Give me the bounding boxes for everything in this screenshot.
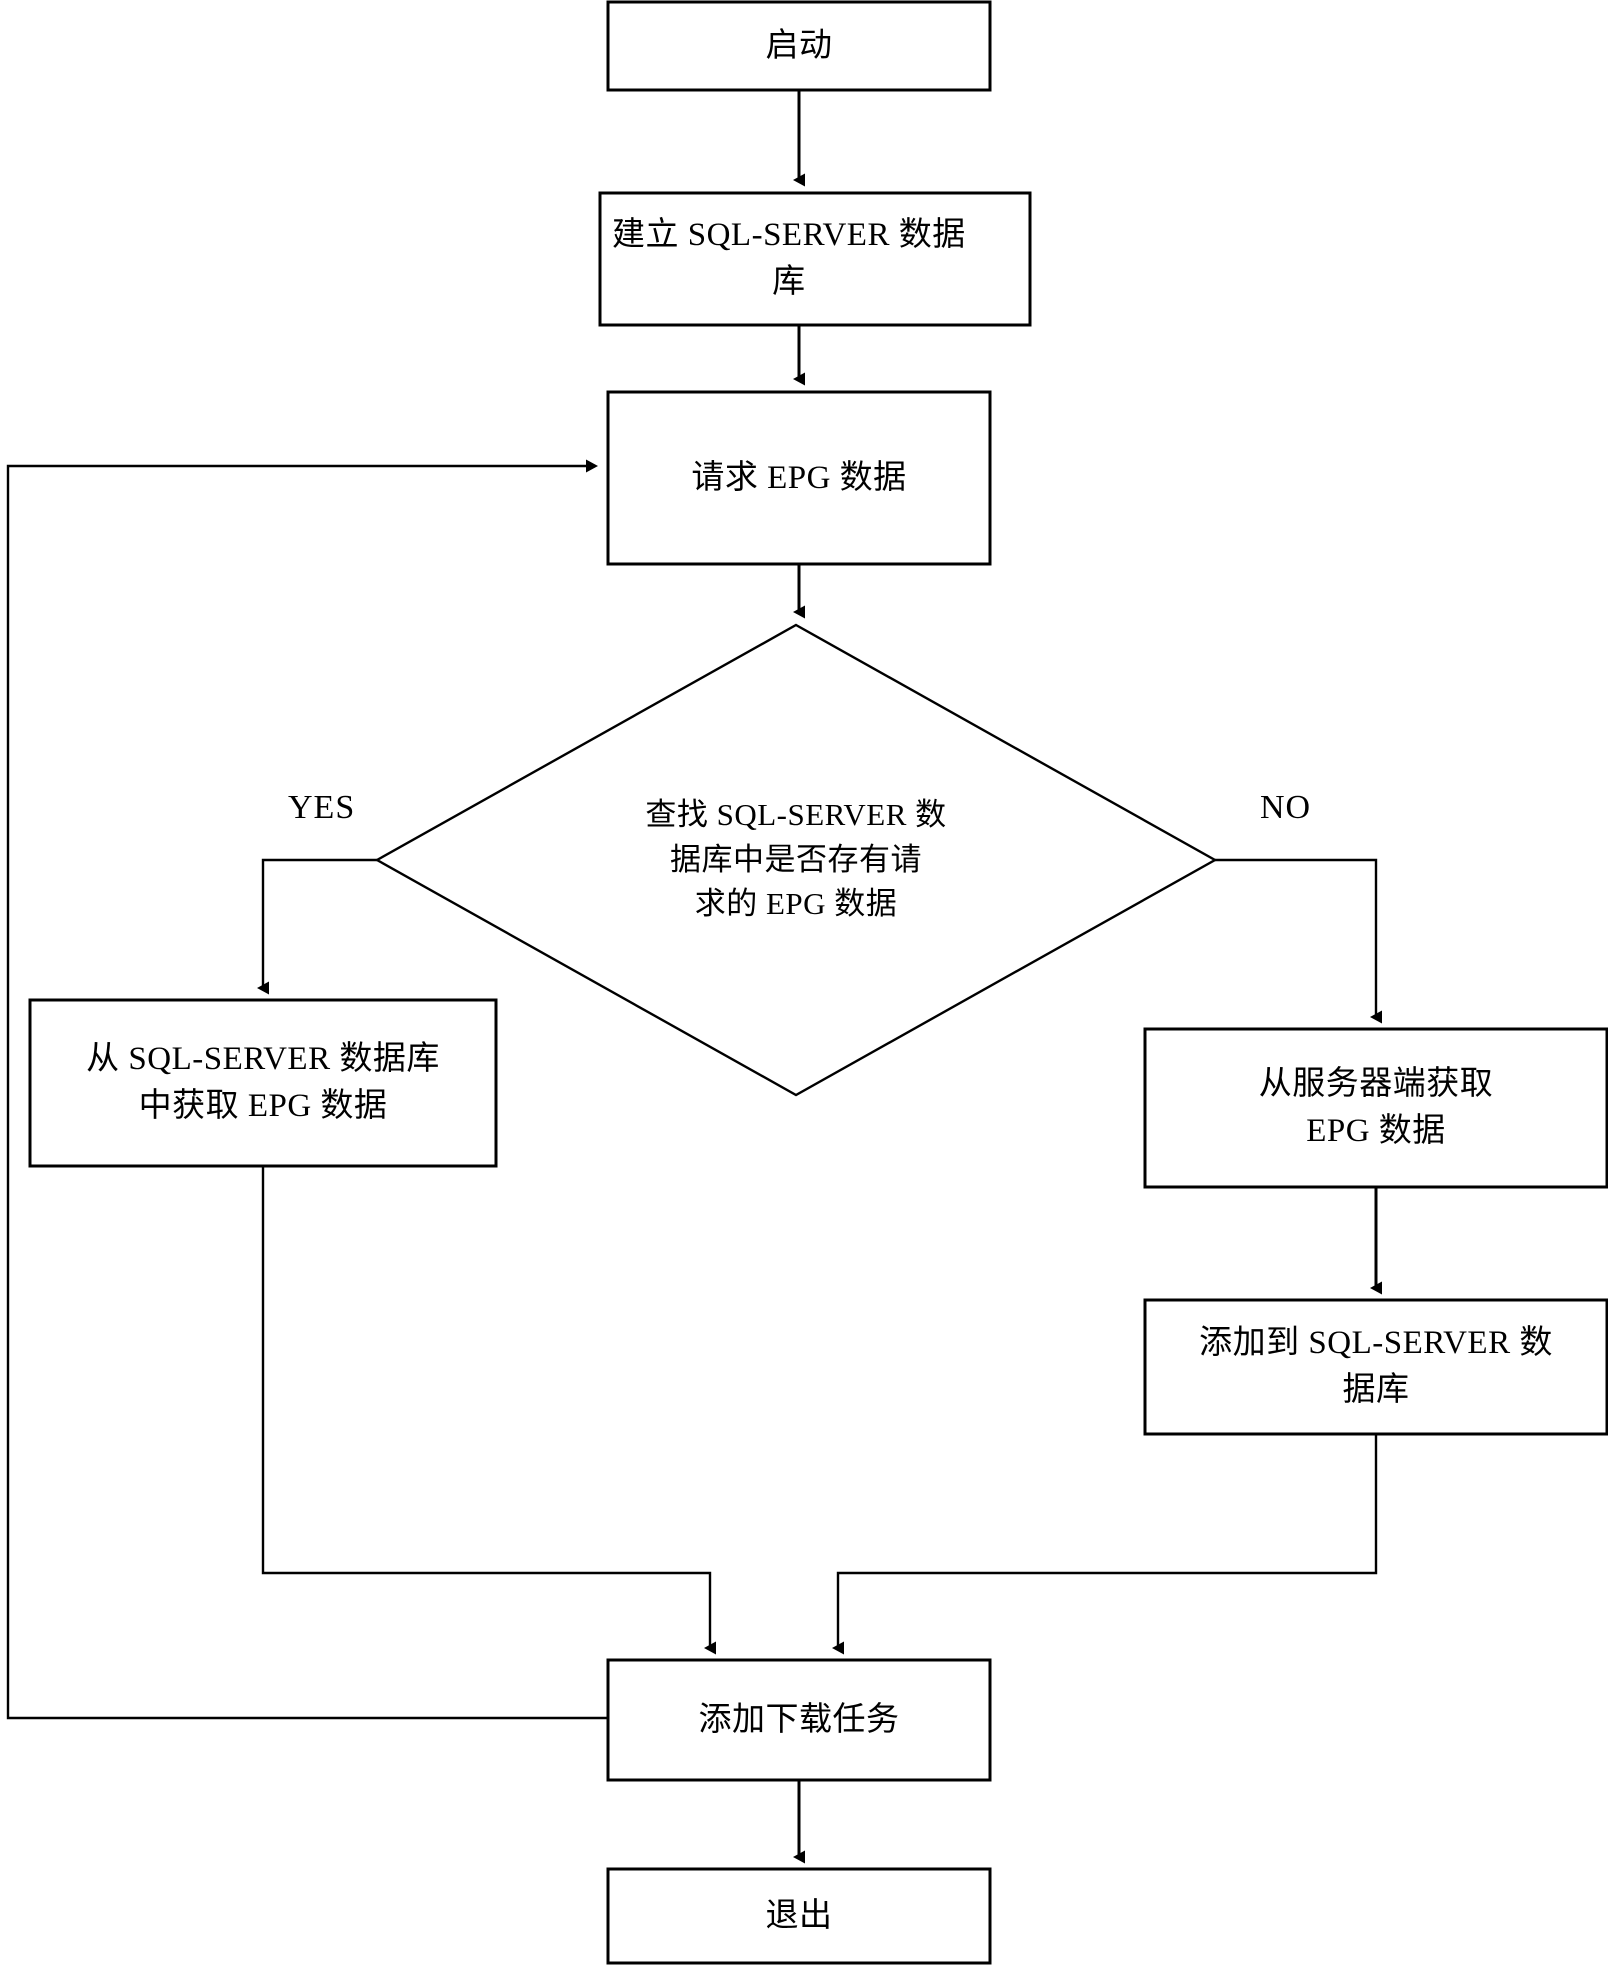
branch-label-yes: YES [288, 789, 356, 826]
node-add-to-db-shape [1143, 1298, 1608, 1436]
node-add-task-shape [606, 1658, 992, 1782]
branch-label-no: NO [1260, 789, 1312, 826]
node-get-from-db-shape [28, 998, 498, 1168]
node-exit-shape [606, 1867, 992, 1965]
edge-decision-yes-to-get-from-db [257, 858, 377, 995]
edge-get-from-db-to-add-task [261, 1166, 716, 1655]
node-create-db-shape [598, 191, 1032, 327]
flowchart-canvas: 启动 建立 SQL-SERVER 数据 库 请求 EPG 数据 查找 SQL-S… [0, 0, 1608, 1965]
node-start-shape [606, 0, 992, 92]
node-decision-shape [374, 623, 1218, 1097]
edge-add-to-db-to-add-task [832, 1434, 1378, 1655]
flowchart-svg [6, 0, 1608, 1965]
node-request-epg-shape [606, 390, 992, 566]
node-get-from-server-shape [1143, 1027, 1608, 1189]
edge-decision-no-to-get-from-server [1215, 858, 1382, 1024]
